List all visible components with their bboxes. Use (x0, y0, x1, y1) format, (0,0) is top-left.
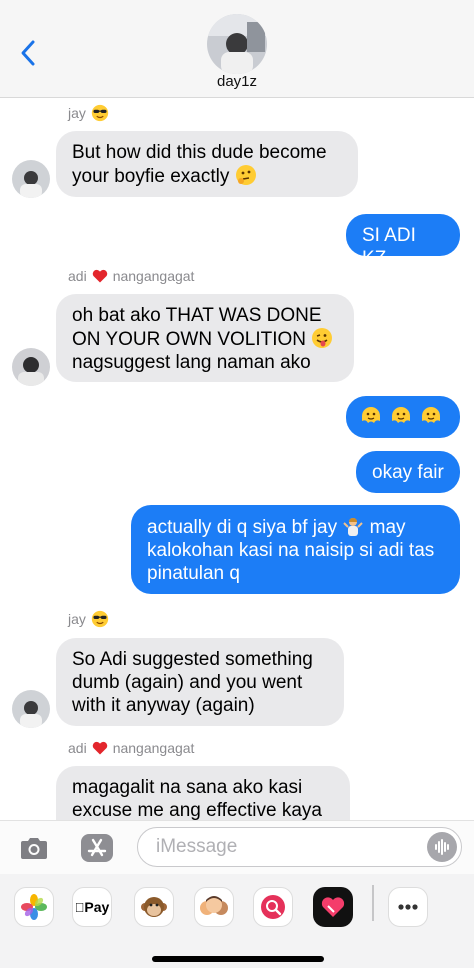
red-heart-emoji-icon (92, 741, 107, 755)
monkey-face-icon (141, 897, 167, 917)
memoji-faces-icon (200, 896, 228, 915)
sender-label: adi nangangagat (68, 740, 194, 756)
message-text: So Adi suggested something dumb (again) … (72, 649, 313, 716)
sender-name: jay (68, 105, 86, 121)
imessage-app-drawer: Pay (0, 874, 474, 968)
ellipsis-icon (398, 904, 418, 910)
sunglasses-emoji-icon (91, 610, 109, 628)
sender-name: adi (68, 740, 87, 756)
audio-message-button[interactable] (427, 832, 457, 862)
message-text: oh bat ako THAT WAS DONE ON YOUR OWN VOL… (72, 305, 322, 350)
back-chevron-icon[interactable] (14, 38, 44, 68)
sender-label: jay (68, 104, 109, 122)
melting-face-emoji-icon (392, 407, 410, 423)
message-list[interactable]: jay But how did this dude become your bo… (0, 98, 474, 820)
message-text-continued: nagsuggest lang naman ako (72, 352, 311, 373)
photos-flower-icon (21, 894, 47, 920)
message-text: okay fair (372, 462, 444, 483)
heart-sticker-app-button[interactable] (313, 887, 353, 927)
sender-nickname: nangangagat (112, 740, 195, 756)
sender-avatar[interactable] (12, 160, 50, 198)
camera-icon[interactable] (19, 835, 49, 861)
apple-pay-app-button[interactable]: Pay (72, 887, 112, 927)
sender-avatar[interactable] (12, 348, 50, 386)
melting-face-emoji-icon (422, 407, 440, 423)
tongue-face-emoji-icon (312, 328, 333, 348)
incoming-message[interactable]: oh bat ako THAT WAS DONE ON YOUR OWN VOL… (56, 294, 354, 382)
sender-nickname: nangangagat (112, 268, 195, 284)
app-drawer-divider (372, 885, 374, 921)
message-input-field[interactable] (137, 827, 462, 867)
apple-logo-icon:  (75, 900, 85, 915)
message-text: But how did this dude become your boyfie… (72, 142, 327, 187)
search-images-app-button[interactable] (253, 887, 293, 927)
message-input[interactable] (156, 835, 416, 859)
globe-search-icon (261, 895, 285, 919)
melting-face-emoji-icon (362, 407, 380, 423)
app-store-icon[interactable] (80, 833, 114, 863)
conversation-header: day1z (0, 0, 474, 98)
sender-label: adi nangangagat (68, 268, 194, 284)
incoming-message[interactable]: magagalit na sana ako kasi excuse me ang… (56, 766, 350, 820)
message-text: actually di q siya bf jay (147, 517, 338, 538)
animoji-app-button[interactable] (134, 887, 174, 927)
compose-bar (0, 820, 474, 874)
waveform-icon (435, 839, 449, 855)
photos-app-button[interactable] (14, 887, 54, 927)
more-apps-button[interactable] (388, 887, 428, 927)
outgoing-message[interactable]: actually di q siya bf jay may kalokohan … (131, 505, 460, 594)
shrugging-person-emoji-icon (343, 518, 364, 536)
outgoing-message[interactable]: okay fair (356, 451, 460, 493)
sender-name: adi (68, 268, 87, 284)
thinking-face-emoji-icon (235, 165, 256, 185)
incoming-message[interactable]: So Adi suggested something dumb (again) … (56, 638, 344, 726)
home-indicator[interactable] (152, 956, 324, 962)
outgoing-emoji-message[interactable] (346, 396, 460, 438)
message-text: magagalit na sana ako kasi excuse me ang… (72, 777, 322, 820)
outgoing-message[interactable]: SI ADI KZ (346, 214, 460, 269)
memoji-app-button[interactable] (194, 887, 234, 927)
sender-name: jay (68, 611, 86, 627)
sender-label: jay (68, 610, 109, 628)
contact-avatar[interactable] (207, 14, 267, 74)
incoming-message[interactable]: But how did this dude become your boyfie… (56, 131, 358, 197)
contact-name[interactable]: day1z (0, 73, 474, 90)
sunglasses-emoji-icon (91, 104, 109, 122)
apple-pay-label: Pay (79, 899, 109, 915)
message-text: SI ADI KZ (362, 225, 416, 269)
red-heart-emoji-icon (92, 269, 107, 283)
sender-avatar[interactable] (12, 690, 50, 728)
heart-sticker-icon (321, 897, 345, 917)
